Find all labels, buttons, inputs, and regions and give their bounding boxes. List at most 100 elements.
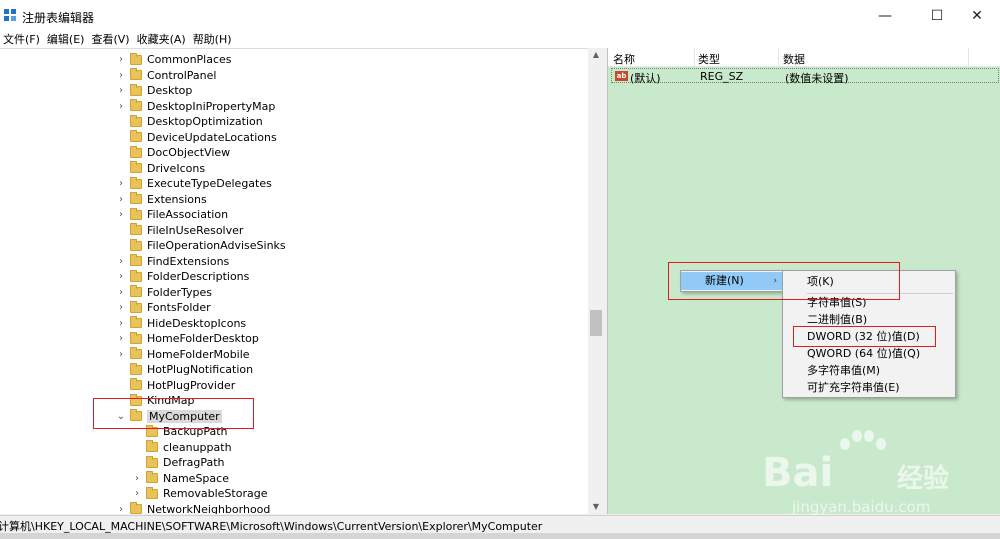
folder-icon [146, 471, 158, 483]
expand-arrow-icon[interactable]: › [116, 101, 126, 112]
expand-arrow-icon[interactable]: › [116, 349, 126, 360]
expand-arrow-icon[interactable]: › [116, 194, 126, 205]
tree-item[interactable]: HotPlugNotification [116, 362, 253, 377]
tree-item-label: ExecuteTypeDelegates [147, 177, 272, 190]
window-title: 注册表编辑器 [22, 11, 95, 25]
folder-icon [130, 83, 142, 96]
tree-item[interactable]: DocObjectView [116, 145, 230, 160]
tree-item[interactable]: › HomeFolderMobile [116, 347, 250, 362]
tree-item[interactable]: › Desktop [116, 83, 192, 98]
key-tree-pane[interactable]: › CommonPlaces › ControlPanel › Desktop › Deskt… [0, 48, 604, 514]
folder-icon [130, 269, 142, 282]
value-name: (默认) [630, 72, 661, 85]
expand-arrow-icon[interactable]: › [116, 209, 126, 220]
tree-item-label: FileAssociation [147, 208, 229, 221]
tree-item-label: DeviceUpdateLocations [147, 130, 277, 144]
expand-arrow-icon[interactable]: › [116, 318, 126, 329]
minimize-button[interactable]: — [862, 0, 908, 32]
tree-item[interactable]: cleanuppath [132, 440, 232, 455]
menu-edit[interactable]: 编辑(E) [44, 32, 88, 48]
tree-item[interactable]: › ControlPanel [116, 68, 216, 83]
folder-icon [146, 440, 158, 452]
tree-item[interactable]: › NetworkNeighborhood [116, 502, 271, 515]
expand-arrow-icon[interactable]: › [132, 473, 142, 484]
tree-item[interactable]: › HideDesktopIcons [116, 316, 246, 331]
folder-icon [130, 223, 142, 235]
expand-arrow-icon[interactable]: › [116, 85, 126, 96]
string-value-icon: ab [615, 71, 628, 81]
scroll-up-arrow-icon[interactable]: ▲ [588, 48, 604, 62]
expand-arrow-icon[interactable]: › [116, 271, 126, 282]
menu-view[interactable]: 查看(V) [88, 32, 132, 48]
scroll-down-arrow-icon[interactable]: ▼ [588, 500, 604, 514]
tree-item[interactable]: › FolderTypes [116, 285, 212, 300]
folder-icon [130, 254, 142, 266]
values-header: 名称 类型 数据 [608, 48, 1000, 67]
folder-icon [130, 52, 142, 65]
expand-arrow-icon[interactable]: › [116, 70, 126, 81]
folder-icon [130, 145, 142, 158]
tree-item-label: HomeFolderDesktop [147, 332, 259, 345]
tree-item-label: HotPlugProvider [147, 378, 236, 392]
folder-icon [130, 300, 142, 313]
tree-scrollbar[interactable]: ▲ ▼ [588, 48, 604, 514]
tree-item-label: DocObjectView [147, 146, 231, 159]
folder-icon [130, 347, 142, 359]
tree-item[interactable]: DeviceUpdateLocations [116, 130, 277, 145]
menu-help[interactable]: 帮助(H) [190, 32, 235, 48]
tree-item[interactable]: FileInUseResolver [116, 223, 243, 238]
folder-icon [130, 161, 142, 173]
menu-favorites[interactable]: 收藏夹(A) [134, 32, 189, 48]
column-type[interactable]: 类型 [698, 51, 720, 67]
tree-item-label: ControlPanel [147, 68, 217, 82]
value-row[interactable]: ab (默认) REG_SZ (数值未设置) [611, 68, 999, 85]
tree-item[interactable]: › ExecuteTypeDelegates [116, 176, 272, 191]
tree-item-label: NetworkNeighborhood [147, 502, 271, 515]
expand-arrow-icon[interactable]: › [116, 178, 126, 189]
tree-item-label: FileOperationAdviseSinks [147, 239, 286, 252]
tree-item[interactable]: FileOperationAdviseSinks [116, 238, 286, 253]
tree-item-label: HotPlugNotification [147, 363, 254, 376]
regedit-window: 注册表编辑器 — ☐ ✕ 文件(F) 编辑(E) 查看(V) 收藏夹(A) 帮助… [0, 0, 1000, 539]
tree-item[interactable]: › FontsFolder [116, 300, 211, 315]
watermark-cn: 经验 [897, 464, 950, 494]
tree-item[interactable]: › CommonPlaces [116, 52, 232, 67]
tree-item[interactable]: DefragPath [132, 455, 225, 470]
expand-arrow-icon[interactable]: › [116, 504, 126, 515]
tree-item[interactable]: › HomeFolderDesktop [116, 331, 259, 346]
tree-item-label: Extensions [147, 192, 207, 206]
folder-icon [130, 238, 142, 251]
value-data: (数值未设置) [785, 72, 849, 85]
folder-icon [130, 378, 142, 390]
menu-file[interactable]: 文件(F) [0, 32, 43, 48]
tree-item[interactable]: HotPlugProvider [116, 378, 235, 393]
expand-arrow-icon[interactable]: › [132, 488, 142, 499]
close-button[interactable]: ✕ [954, 0, 1000, 32]
column-data[interactable]: 数据 [783, 51, 805, 67]
expand-arrow-icon[interactable]: › [116, 287, 126, 298]
tree-item[interactable]: › FindExtensions [116, 254, 229, 269]
menu-bar: 文件(F) 编辑(E) 查看(V) 收藏夹(A) 帮助(H) [0, 32, 1000, 48]
tree-item-label: cleanuppath [163, 440, 232, 454]
expand-arrow-icon[interactable]: › [116, 302, 126, 313]
tree-item[interactable]: › NameSpace [132, 471, 229, 486]
expand-arrow-icon[interactable]: › [116, 256, 126, 267]
tree-item[interactable]: › Extensions [116, 192, 207, 207]
column-name[interactable]: 名称 [613, 51, 635, 67]
baidu-watermark: Bai 经验 jingyan.baidu.com [752, 430, 982, 520]
tree-item[interactable]: › FolderDescriptions [116, 269, 249, 284]
tree-item[interactable]: › DesktopIniPropertyMap [116, 99, 275, 114]
expand-arrow-icon[interactable]: › [116, 333, 126, 344]
menu-new-expandstring[interactable]: 可扩充字符串值(E) [783, 379, 955, 397]
tree-item[interactable]: DriveIcons [116, 161, 205, 176]
tree-scroll-thumb[interactable] [590, 310, 602, 336]
menu-new-multistring[interactable]: 多字符串值(M) [783, 362, 955, 380]
tree-item[interactable]: DesktopOptimization [116, 114, 263, 129]
watermark-url: jingyan.baidu.com [792, 498, 931, 516]
tree-item[interactable]: › RemovableStorage [132, 486, 267, 501]
tree-item[interactable]: › FileAssociation [116, 207, 228, 222]
menu-new-qword[interactable]: QWORD (64 位)值(Q) [783, 345, 955, 363]
value-type: REG_SZ [700, 70, 744, 83]
expand-arrow-icon[interactable]: › [116, 54, 126, 65]
annotation-box-mycomputer [93, 398, 254, 429]
